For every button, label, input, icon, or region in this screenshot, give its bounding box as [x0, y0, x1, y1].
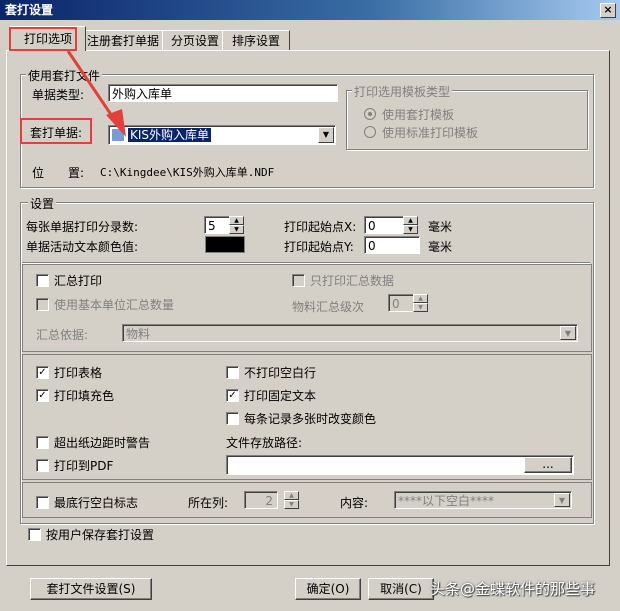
radio-use-standard[interactable] [364, 126, 376, 138]
print-template-type-legend: 打印选用模板类型 [352, 83, 453, 100]
location-value: C:\Kingdee\KIS外购入库单.NDF [100, 166, 275, 179]
print-table-checkbox[interactable]: ✓ [36, 366, 49, 379]
print-pdf-checkbox[interactable] [36, 459, 49, 472]
save-per-user-checkbox[interactable] [28, 528, 41, 541]
entries-label: 每张单据打印分录数: [26, 220, 139, 234]
location-label: 位 置: [32, 166, 85, 180]
no-blank-rows-label: 不打印空白行 [244, 366, 317, 380]
start-y-label: 打印起始点Y: [284, 240, 354, 254]
basis-select[interactable]: 物料 ▼ [122, 324, 578, 342]
blank-mark-label: 最底行空白标志 [54, 496, 139, 510]
col-spinner[interactable]: ▲ ▼ [284, 491, 299, 509]
level-input[interactable]: 0 [388, 294, 414, 312]
basic-unit-checkbox[interactable] [36, 298, 49, 311]
annotation-arrow-icon [66, 50, 126, 137]
start-x-spinner[interactable]: ▲ ▼ [403, 216, 418, 234]
annotation-box-tab [9, 27, 77, 51]
basis-label: 汇总依据: [36, 328, 89, 342]
template-select[interactable]: KIS外购入库单 ▼ [108, 125, 336, 145]
change-color-label: 每条记录多张时改变颜色 [244, 412, 377, 426]
no-blank-rows-checkbox[interactable] [226, 366, 239, 379]
settings-legend: 设置 [28, 195, 57, 212]
change-color-checkbox[interactable] [226, 412, 239, 425]
level-spinner[interactable]: ▲ ▼ [413, 294, 428, 312]
cancel-button[interactable]: 取消(C) [368, 578, 434, 600]
color-label: 单据活动文本颜色值: [26, 240, 139, 254]
tab-sort-settings[interactable]: 排序设置 [222, 30, 290, 51]
print-pdf-label: 打印到PDF [54, 459, 114, 473]
print-fill-label: 打印填充色 [54, 389, 115, 403]
browse-button[interactable]: ... [524, 457, 572, 473]
start-x-label: 打印起始点X: [284, 220, 357, 234]
basis-select-value: 物料 [126, 327, 151, 341]
radio-use-template[interactable] [364, 108, 376, 120]
template-settings-button[interactable]: 套打文件设置(S) [30, 578, 152, 600]
title-bar: 套打设置 × [0, 0, 620, 20]
print-fill-checkbox[interactable]: ✓ [36, 389, 49, 402]
col-label: 所在列: [188, 496, 229, 510]
blank-mark-checkbox[interactable] [36, 496, 49, 509]
level-label: 物料汇总级次 [292, 300, 365, 314]
start-x-unit: 毫米 [428, 220, 453, 234]
overflow-warning-label: 超出纸边距时警告 [54, 436, 151, 450]
save-path-input[interactable] [226, 455, 574, 475]
content-select-value: ****以下空白**** [398, 494, 495, 508]
content-select[interactable]: ****以下空白**** ▼ [394, 491, 572, 509]
col-input[interactable]: 2 [244, 491, 278, 509]
sum-print-label: 汇总打印 [54, 274, 103, 288]
radio-use-template-label: 使用套打模板 [382, 108, 455, 122]
radio-use-standard-label: 使用标准打印模板 [382, 126, 479, 140]
chevron-down-icon[interactable]: ▼ [554, 493, 570, 507]
only-sum-checkbox[interactable] [292, 274, 305, 287]
save-per-user-label: 按用户保存套打设置 [46, 528, 155, 542]
tab-page-settings[interactable]: 分页设置 [162, 30, 228, 51]
watermark-text: 头条@金蝶软件的那些事 [430, 580, 596, 598]
start-y-unit: 毫米 [428, 240, 453, 254]
print-fixed-text-checkbox[interactable]: ✓ [226, 389, 239, 402]
entries-input[interactable]: 5 [204, 216, 230, 234]
overflow-warning-checkbox[interactable] [36, 436, 49, 449]
start-y-input[interactable]: 0 [364, 236, 420, 254]
entries-spinner[interactable]: ▲ ▼ [229, 216, 244, 234]
start-x-input[interactable]: 0 [364, 216, 404, 234]
chevron-down-icon[interactable]: ▼ [560, 326, 576, 340]
color-swatch[interactable] [205, 236, 245, 253]
content-label: 内容: [340, 496, 369, 510]
chevron-down-icon[interactable]: ▼ [318, 127, 334, 143]
doc-type-input[interactable]: 外购入库单 [108, 84, 338, 102]
only-sum-label: 只打印汇总数据 [310, 274, 395, 288]
print-table-label: 打印表格 [54, 366, 103, 380]
print-fixed-text-label: 打印固定文本 [244, 389, 317, 403]
sum-print-checkbox[interactable] [36, 274, 49, 287]
window-title: 套打设置 [5, 3, 54, 17]
ok-button[interactable]: 确定(O) [295, 578, 361, 600]
save-path-label: 文件存放路径: [226, 436, 303, 450]
basic-unit-label: 使用基本单位汇总数量 [54, 298, 175, 312]
close-button[interactable]: × [600, 3, 616, 18]
template-select-value: KIS外购入库单 [128, 128, 212, 142]
